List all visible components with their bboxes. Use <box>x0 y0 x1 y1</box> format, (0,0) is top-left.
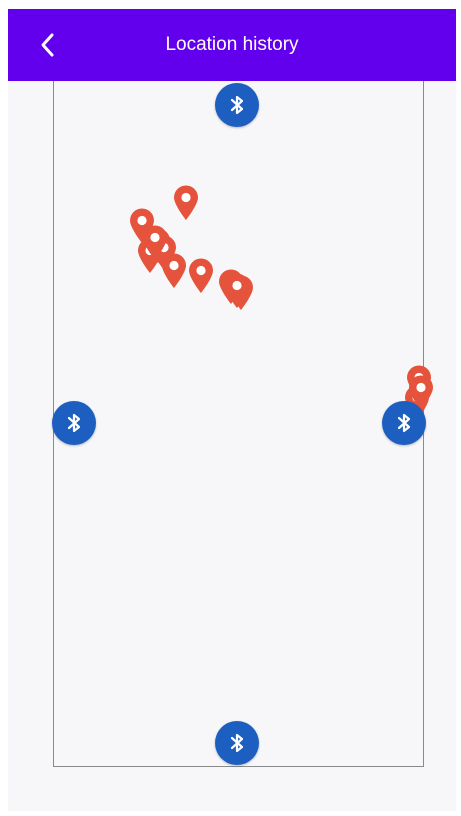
bluetooth-beacon[interactable] <box>382 401 426 445</box>
bluetooth-icon <box>230 733 244 753</box>
bluetooth-icon <box>67 413 81 433</box>
location-pin-icon[interactable] <box>188 258 214 294</box>
page-title: Location history <box>165 34 299 55</box>
app-bar: Location history <box>8 9 456 81</box>
back-button[interactable] <box>30 27 66 63</box>
location-pin-icon[interactable] <box>224 273 250 309</box>
bluetooth-beacon[interactable] <box>52 401 96 445</box>
bluetooth-beacon[interactable] <box>215 83 259 127</box>
chevron-left-icon <box>41 33 54 57</box>
bluetooth-beacon[interactable] <box>215 721 259 765</box>
room-map <box>53 81 424 767</box>
location-pin-icon[interactable] <box>173 185 199 221</box>
bluetooth-icon <box>397 413 411 433</box>
screen: Location history <box>8 9 456 811</box>
bluetooth-icon <box>230 95 244 115</box>
location-pin-icon[interactable] <box>142 225 168 261</box>
